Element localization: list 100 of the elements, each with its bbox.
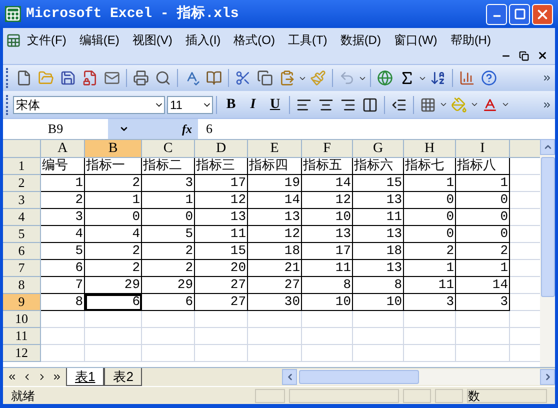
- table-cell[interactable]: 29: [85, 277, 142, 294]
- table-cell[interactable]: 3: [142, 175, 195, 192]
- table-cell[interactable]: 0: [404, 226, 456, 243]
- table-cell[interactable]: [456, 345, 510, 362]
- table-cell[interactable]: 13: [353, 260, 404, 277]
- table-cell[interactable]: 27: [248, 277, 302, 294]
- table-cell[interactable]: 18: [248, 243, 302, 260]
- last-sheet-icon[interactable]: [52, 372, 62, 382]
- menu-item[interactable]: 插入(I): [185, 31, 221, 49]
- scroll-right-button[interactable]: [540, 369, 555, 385]
- scrollbar-thumb[interactable]: [540, 157, 554, 297]
- column-header[interactable]: A: [41, 140, 85, 158]
- table-cell[interactable]: 指标七: [404, 158, 456, 175]
- menu-item[interactable]: 窗口(W): [394, 31, 438, 49]
- column-header[interactable]: H: [404, 140, 456, 158]
- column-header[interactable]: I: [456, 140, 510, 158]
- row-header[interactable]: 11: [3, 328, 41, 345]
- column-header[interactable]: D: [195, 140, 248, 158]
- table-cell[interactable]: 4: [85, 226, 142, 243]
- table-cell[interactable]: 14: [302, 175, 353, 192]
- table-cell[interactable]: 3: [404, 294, 456, 311]
- table-cell[interactable]: 4: [41, 226, 85, 243]
- table-cell[interactable]: 18: [353, 243, 404, 260]
- table-cell[interactable]: 1: [456, 260, 510, 277]
- horizontal-scrollbar[interactable]: [282, 369, 555, 385]
- table-cell[interactable]: 8: [353, 277, 404, 294]
- table-cell[interactable]: 11: [353, 209, 404, 226]
- table-cell[interactable]: 30: [248, 294, 302, 311]
- table-cell[interactable]: 12: [248, 226, 302, 243]
- scroll-up-button[interactable]: [540, 139, 555, 155]
- table-cell[interactable]: [404, 328, 456, 345]
- toolbar-options-icon[interactable]: [542, 73, 552, 83]
- table-cell[interactable]: 1: [404, 175, 456, 192]
- column-header[interactable]: C: [142, 140, 195, 158]
- name-box[interactable]: B9: [3, 119, 140, 139]
- table-cell[interactable]: 12: [195, 192, 248, 209]
- table-cell[interactable]: [248, 345, 302, 362]
- bold-button[interactable]: B: [220, 94, 242, 116]
- table-cell[interactable]: [302, 311, 353, 328]
- menu-item[interactable]: 编辑(E): [79, 31, 120, 49]
- table-cell[interactable]: 27: [195, 277, 248, 294]
- menu-item[interactable]: 格式(O): [234, 31, 275, 49]
- table-cell[interactable]: 8: [41, 294, 85, 311]
- table-cell[interactable]: 5: [142, 226, 195, 243]
- table-cell[interactable]: 2: [456, 243, 510, 260]
- row-header[interactable]: 3: [3, 192, 41, 209]
- row-header[interactable]: 2: [3, 175, 41, 192]
- maximize-button[interactable]: [509, 4, 530, 24]
- table-cell[interactable]: 5: [41, 243, 85, 260]
- sheet-tab[interactable]: 表1: [66, 368, 104, 386]
- minimize-button[interactable]: [486, 4, 507, 24]
- table-cell[interactable]: [302, 345, 353, 362]
- table-cell[interactable]: [248, 311, 302, 328]
- table-cell[interactable]: 3: [41, 209, 85, 226]
- table-cell[interactable]: 指标四: [248, 158, 302, 175]
- table-cell[interactable]: 6: [41, 260, 85, 277]
- table-cell[interactable]: [456, 311, 510, 328]
- table-cell[interactable]: 14: [248, 192, 302, 209]
- table-cell[interactable]: 1: [85, 192, 142, 209]
- formula-field[interactable]: 6: [198, 119, 555, 139]
- table-cell[interactable]: [195, 311, 248, 328]
- table-cell[interactable]: 2: [41, 192, 85, 209]
- table-cell[interactable]: 指标八: [456, 158, 510, 175]
- close-button[interactable]: [532, 4, 553, 24]
- table-cell[interactable]: 21: [248, 260, 302, 277]
- table-cell[interactable]: 1: [404, 260, 456, 277]
- table-cell[interactable]: 指标六: [353, 158, 404, 175]
- column-header[interactable]: F: [302, 140, 353, 158]
- row-header[interactable]: 8: [3, 277, 41, 294]
- select-all-button[interactable]: [3, 140, 41, 158]
- table-cell[interactable]: 11: [404, 277, 456, 294]
- table-cell[interactable]: [41, 311, 85, 328]
- function-button[interactable]: fx: [140, 119, 198, 139]
- menu-item[interactable]: 文件(F): [27, 31, 66, 49]
- table-cell[interactable]: [302, 328, 353, 345]
- table-cell[interactable]: [248, 328, 302, 345]
- row-header[interactable]: 5: [3, 226, 41, 243]
- table-cell[interactable]: 14: [456, 277, 510, 294]
- table-cell[interactable]: 0: [404, 209, 456, 226]
- first-sheet-icon[interactable]: [7, 372, 17, 382]
- table-cell[interactable]: [41, 345, 85, 362]
- table-cell[interactable]: 19: [248, 175, 302, 192]
- row-header[interactable]: 7: [3, 260, 41, 277]
- table-cell[interactable]: 17: [195, 175, 248, 192]
- table-cell[interactable]: 13: [302, 226, 353, 243]
- table-cell[interactable]: 2: [404, 243, 456, 260]
- table-cell[interactable]: 2: [142, 260, 195, 277]
- table-cell[interactable]: [353, 311, 404, 328]
- table-cell[interactable]: [353, 328, 404, 345]
- row-header[interactable]: 12: [3, 345, 41, 362]
- table-cell[interactable]: 8: [302, 277, 353, 294]
- sheet-tab[interactable]: 表2: [104, 368, 142, 386]
- table-cell[interactable]: 13: [248, 209, 302, 226]
- table-cell[interactable]: [195, 328, 248, 345]
- table-cell[interactable]: 11: [195, 226, 248, 243]
- menu-item[interactable]: 工具(T): [288, 31, 328, 49]
- toolbar-options-icon[interactable]: [542, 100, 552, 110]
- table-cell[interactable]: [404, 345, 456, 362]
- table-cell[interactable]: 编号: [41, 158, 85, 175]
- table-cell[interactable]: 0: [456, 209, 510, 226]
